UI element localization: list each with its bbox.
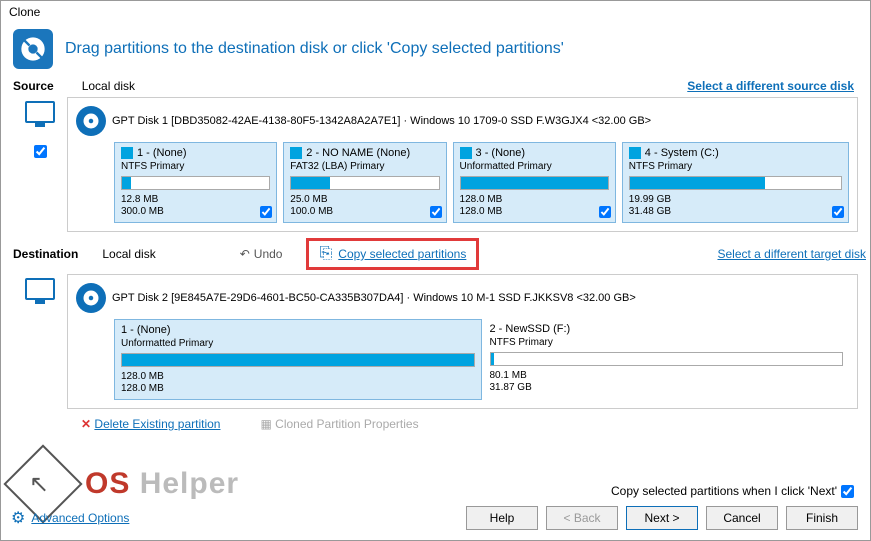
header-instruction: Drag partitions to the destination disk … [65, 40, 564, 58]
undo-label: Undo [254, 247, 283, 261]
source-partition-3[interactable]: 3 - (None) Unformatted Primary 128.0 MB1… [453, 142, 616, 223]
button-row: Help < Back Next > Cancel Finish [466, 506, 858, 530]
windows-icon [629, 147, 641, 159]
cancel-button[interactable]: Cancel [706, 506, 778, 530]
undo-button[interactable]: ↶ Undo [240, 247, 283, 261]
destination-disk-header: GPT Disk 2 [9E845A7E-29D6-4601-BC50-CA33… [76, 283, 849, 313]
logo-overlay: ↖ OS Helper [15, 456, 239, 512]
source-disk-checkbox[interactable] [34, 145, 47, 158]
disk-icon [76, 106, 106, 136]
select-target-link[interactable]: Select a different target disk [717, 247, 866, 261]
copy-selected-highlight: ⎘ Copy selected partitions [306, 238, 479, 270]
usage-bar [460, 176, 609, 190]
windows-icon [290, 147, 302, 159]
partition-checkbox[interactable] [599, 206, 611, 218]
usage-bar [490, 352, 844, 366]
destination-partitions: 1 - (None) Unformatted Primary 128.0 MB1… [76, 319, 849, 400]
copy-on-next-row: Copy selected partitions when I click 'N… [611, 484, 854, 498]
advanced-options-link[interactable]: Advanced Options [31, 511, 129, 525]
partition-checkbox[interactable] [430, 206, 442, 218]
destination-disk-title: GPT Disk 2 [9E845A7E-29D6-4601-BC50-CA33… [112, 292, 636, 304]
arrow-icon: ↖ [29, 470, 57, 498]
destination-location: Local disk [102, 247, 155, 261]
part-stats: 128.0 MB128.0 MB [121, 371, 475, 395]
header: Drag partitions to the destination disk … [1, 23, 870, 75]
source-partitions: 1 - (None) NTFS Primary 12.8 MB300.0 MB … [76, 142, 849, 223]
help-button[interactable]: Help [466, 506, 538, 530]
partition-checkbox[interactable] [832, 206, 844, 218]
disk-icon [76, 283, 106, 313]
copy-selected-link[interactable]: Copy selected partitions [338, 247, 466, 261]
part-name: 2 - NewSSD (F:) [490, 323, 844, 335]
logo-text: OS Helper [85, 467, 239, 501]
usage-bar [290, 176, 439, 190]
usage-bar [121, 353, 475, 367]
x-icon: ✕ [81, 417, 91, 431]
source-partition-4[interactable]: 4 - System (C:) NTFS Primary 19.99 GB31.… [622, 142, 849, 223]
source-disk-header: GPT Disk 1 [DBD35082-42AE-4138-80F5-1342… [76, 106, 849, 136]
advanced-options-row: ⚙ Advanced Options [11, 508, 129, 528]
partition-checkbox[interactable] [260, 206, 272, 218]
delete-partition-link[interactable]: ✕ Delete Existing partition [81, 417, 220, 431]
monitor-icon [25, 278, 55, 300]
windows-icon [121, 147, 133, 159]
part-fs: NTFS Primary [121, 161, 270, 172]
copy-icon: ⎘ [319, 245, 332, 263]
source-disk-panel: GPT Disk 1 [DBD35082-42AE-4138-80F5-1342… [67, 97, 858, 232]
destination-partition-1[interactable]: 1 - (None) Unformatted Primary 128.0 MB1… [114, 319, 482, 400]
source-location: Local disk [82, 79, 135, 93]
part-name: 4 - System (C:) [645, 147, 719, 159]
source-label-row: Source Local disk Select a different sou… [1, 75, 870, 97]
sliders-icon: ⚙ [11, 508, 25, 528]
partition-actions: ✕ Delete Existing partition ▦ Cloned Par… [1, 409, 870, 439]
back-button[interactable]: < Back [546, 506, 618, 530]
part-name: 1 - (None) [137, 147, 187, 159]
bottom-bar: Help < Back Next > Cancel Finish [13, 506, 858, 530]
part-name: 2 - NO NAME (None) [306, 147, 410, 159]
part-stats: 12.8 MB300.0 MB [121, 194, 270, 218]
finish-button[interactable]: Finish [786, 506, 858, 530]
destination-disk-panel: GPT Disk 2 [9E845A7E-29D6-4601-BC50-CA33… [67, 274, 858, 409]
destination-label: Destination [13, 247, 78, 261]
part-stats: 25.0 MB100.0 MB [290, 194, 439, 218]
part-fs: Unformatted Primary [121, 338, 475, 349]
source-partition-1[interactable]: 1 - (None) NTFS Primary 12.8 MB300.0 MB [114, 142, 277, 223]
window-title: Clone [1, 1, 870, 23]
next-button[interactable]: Next > [626, 506, 698, 530]
usage-bar [121, 176, 270, 190]
part-stats: 19.99 GB31.48 GB [629, 194, 842, 218]
part-fs: FAT32 (LBA) Primary [290, 161, 439, 172]
properties-icon: ▦ [260, 417, 271, 431]
destination-side [13, 274, 67, 300]
windows-icon [460, 147, 472, 159]
destination-controls: Destination Local disk ↶ Undo ⎘ Copy sel… [1, 232, 870, 274]
part-stats: 128.0 MB128.0 MB [460, 194, 609, 218]
cloned-properties-link[interactable]: ▦ Cloned Partition Properties [260, 417, 418, 431]
part-name: 3 - (None) [476, 147, 526, 159]
destination-row: GPT Disk 2 [9E845A7E-29D6-4601-BC50-CA33… [1, 274, 870, 409]
select-source-link[interactable]: Select a different source disk [687, 79, 854, 93]
destination-partition-2[interactable]: 2 - NewSSD (F:) NTFS Primary 80.1 MB31.8… [484, 319, 850, 400]
source-disk-title: GPT Disk 1 [DBD35082-42AE-4138-80F5-1342… [112, 115, 651, 127]
part-fs: Unformatted Primary [460, 161, 609, 172]
undo-icon: ↶ [240, 247, 250, 261]
part-fs: NTFS Primary [629, 161, 842, 172]
part-fs: NTFS Primary [490, 337, 844, 348]
part-stats: 80.1 MB31.87 GB [490, 370, 844, 394]
source-side [13, 97, 67, 158]
source-partition-2[interactable]: 2 - NO NAME (None) FAT32 (LBA) Primary 2… [283, 142, 446, 223]
source-row: GPT Disk 1 [DBD35082-42AE-4138-80F5-1342… [1, 97, 870, 232]
source-label: Source [13, 79, 54, 93]
part-name: 1 - (None) [121, 324, 475, 336]
monitor-icon [25, 101, 55, 123]
copy-on-next-label: Copy selected partitions when I click 'N… [611, 484, 837, 498]
usage-bar [629, 176, 842, 190]
copy-on-next-checkbox[interactable] [841, 485, 854, 498]
clone-icon [13, 29, 53, 69]
